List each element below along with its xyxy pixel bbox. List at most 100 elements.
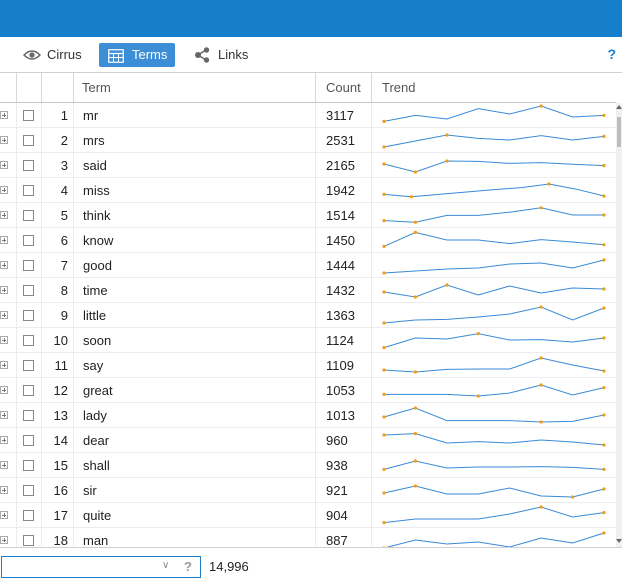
row-checkbox[interactable] xyxy=(23,435,34,446)
row-checkbox-cell[interactable] xyxy=(17,178,42,202)
row-checkbox-cell[interactable] xyxy=(17,403,42,427)
row-checkbox-cell[interactable] xyxy=(17,228,42,252)
table-row[interactable]: 8 time 1432 xyxy=(0,278,616,303)
row-checkbox-cell[interactable] xyxy=(17,128,42,152)
table-row[interactable]: 3 said 2165 xyxy=(0,153,616,178)
table-row[interactable]: 11 say 1109 xyxy=(0,353,616,378)
row-expander-cell[interactable] xyxy=(0,178,17,202)
row-checkbox[interactable] xyxy=(23,235,34,246)
help-button[interactable]: ? xyxy=(607,46,616,62)
chevron-down-icon[interactable]: ∨ xyxy=(162,560,169,571)
expand-plus-icon[interactable] xyxy=(0,536,8,544)
expand-plus-icon[interactable] xyxy=(0,511,8,519)
row-checkbox-cell[interactable] xyxy=(17,153,42,177)
expand-plus-icon[interactable] xyxy=(0,161,8,169)
row-expander-cell[interactable] xyxy=(0,503,17,527)
expand-plus-icon[interactable] xyxy=(0,361,8,369)
table-row[interactable]: 13 lady 1013 xyxy=(0,403,616,428)
row-checkbox[interactable] xyxy=(23,285,34,296)
table-row[interactable]: 6 know 1450 xyxy=(0,228,616,253)
table-row[interactable]: 17 quite 904 xyxy=(0,503,616,528)
row-expander-cell[interactable] xyxy=(0,153,17,177)
table-row[interactable]: 4 miss 1942 xyxy=(0,178,616,203)
row-checkbox-cell[interactable] xyxy=(17,278,42,302)
row-expander-cell[interactable] xyxy=(0,378,17,402)
row-checkbox-cell[interactable] xyxy=(17,303,42,327)
row-checkbox[interactable] xyxy=(23,185,34,196)
row-checkbox-cell[interactable] xyxy=(17,328,42,352)
vertical-scrollbar[interactable] xyxy=(616,103,622,547)
expand-plus-icon[interactable] xyxy=(0,286,8,294)
row-expander-cell[interactable] xyxy=(0,353,17,377)
count-column-header[interactable]: Count xyxy=(316,73,372,102)
row-checkbox[interactable] xyxy=(23,210,34,221)
tab-terms[interactable]: Terms xyxy=(99,43,175,67)
row-checkbox-cell[interactable] xyxy=(17,503,42,527)
table-row[interactable]: 10 soon 1124 xyxy=(0,328,616,353)
expand-plus-icon[interactable] xyxy=(0,186,8,194)
expand-plus-icon[interactable] xyxy=(0,336,8,344)
row-checkbox[interactable] xyxy=(23,510,34,521)
table-row[interactable]: 15 shall 938 xyxy=(0,453,616,478)
table-row[interactable]: 18 man 887 xyxy=(0,528,616,547)
expand-plus-icon[interactable] xyxy=(0,411,8,419)
row-expander-cell[interactable] xyxy=(0,453,17,477)
row-checkbox[interactable] xyxy=(23,135,34,146)
row-checkbox-cell[interactable] xyxy=(17,528,42,547)
row-expander-cell[interactable] xyxy=(0,228,17,252)
row-expander-cell[interactable] xyxy=(0,303,17,327)
row-expander-cell[interactable] xyxy=(0,528,17,547)
row-checkbox-cell[interactable] xyxy=(17,103,42,127)
row-checkbox-cell[interactable] xyxy=(17,428,42,452)
row-checkbox[interactable] xyxy=(23,310,34,321)
row-expander-cell[interactable] xyxy=(0,428,17,452)
table-row[interactable]: 12 great 1053 xyxy=(0,378,616,403)
expand-plus-icon[interactable] xyxy=(0,261,8,269)
expand-plus-icon[interactable] xyxy=(0,311,8,319)
trend-column-header[interactable]: Trend xyxy=(372,73,616,102)
expand-plus-icon[interactable] xyxy=(0,111,8,119)
table-row[interactable]: 7 good 1444 xyxy=(0,253,616,278)
row-checkbox[interactable] xyxy=(23,360,34,371)
row-checkbox[interactable] xyxy=(23,110,34,121)
row-expander-cell[interactable] xyxy=(0,328,17,352)
row-expander-cell[interactable] xyxy=(0,253,17,277)
tab-cirrus[interactable]: Cirrus xyxy=(17,43,91,67)
row-expander-cell[interactable] xyxy=(0,403,17,427)
row-checkbox[interactable] xyxy=(23,260,34,271)
row-expander-cell[interactable] xyxy=(0,478,17,502)
expand-plus-icon[interactable] xyxy=(0,211,8,219)
search-help-icon[interactable]: ? xyxy=(184,559,192,574)
row-checkbox-cell[interactable] xyxy=(17,478,42,502)
row-expander-cell[interactable] xyxy=(0,128,17,152)
expand-plus-icon[interactable] xyxy=(0,486,8,494)
expand-plus-icon[interactable] xyxy=(0,436,8,444)
checkbox-column-header[interactable] xyxy=(17,73,42,102)
row-checkbox[interactable] xyxy=(23,535,34,546)
row-expander-cell[interactable] xyxy=(0,103,17,127)
table-row[interactable]: 9 little 1363 xyxy=(0,303,616,328)
tab-links[interactable]: Links xyxy=(188,43,254,67)
row-checkbox[interactable] xyxy=(23,160,34,171)
table-row[interactable]: 5 think 1514 xyxy=(0,203,616,228)
expand-plus-icon[interactable] xyxy=(0,236,8,244)
row-checkbox-cell[interactable] xyxy=(17,453,42,477)
expand-plus-icon[interactable] xyxy=(0,461,8,469)
row-checkbox-cell[interactable] xyxy=(17,203,42,227)
expand-plus-icon[interactable] xyxy=(0,136,8,144)
scroll-down-arrow-icon[interactable] xyxy=(616,539,622,543)
table-row[interactable]: 1 mr 3117 xyxy=(0,103,616,128)
row-expander-cell[interactable] xyxy=(0,203,17,227)
term-column-header[interactable]: Term xyxy=(74,73,316,102)
row-checkbox[interactable] xyxy=(23,410,34,421)
expand-plus-icon[interactable] xyxy=(0,386,8,394)
row-checkbox-cell[interactable] xyxy=(17,353,42,377)
row-checkbox[interactable] xyxy=(23,385,34,396)
search-input[interactable] xyxy=(1,556,201,578)
row-checkbox-cell[interactable] xyxy=(17,378,42,402)
table-row[interactable]: 14 dear 960 xyxy=(0,428,616,453)
row-expander-cell[interactable] xyxy=(0,278,17,302)
scroll-up-arrow-icon[interactable] xyxy=(616,105,622,109)
row-checkbox[interactable] xyxy=(23,335,34,346)
row-checkbox[interactable] xyxy=(23,460,34,471)
